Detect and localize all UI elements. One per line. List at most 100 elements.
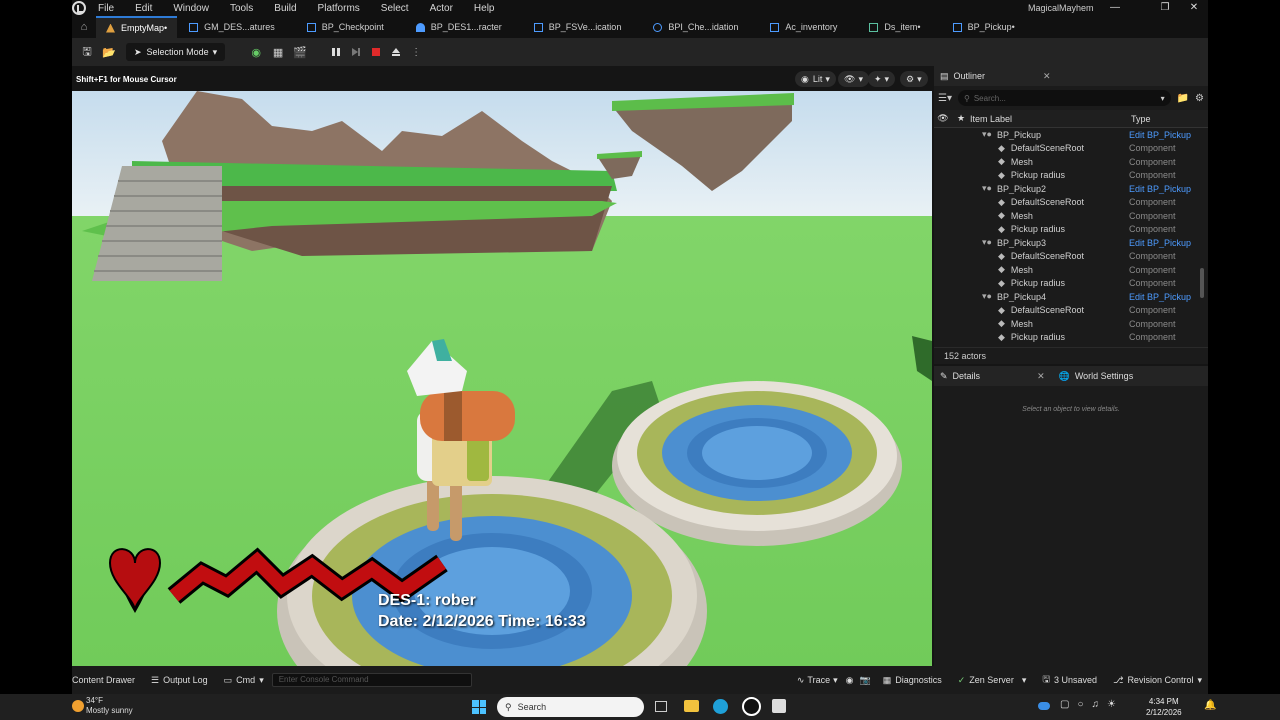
diagnostics-button[interactable]: ▦ Diagnostics — [883, 675, 942, 686]
outliner-search-input[interactable]: ⚲ Search... ▾ — [957, 90, 1171, 106]
chevron-down-icon: ▾ — [917, 73, 922, 84]
new-folder-icon[interactable]: 📁 — [1177, 93, 1189, 104]
outliner-component-row[interactable]: ◆ DefaultSceneRoot Component — [934, 142, 1208, 156]
tab-ac-inventory[interactable]: Ac_inventory — [750, 16, 847, 38]
restore-button[interactable]: ❐ — [1155, 1, 1175, 15]
outliner-component-row[interactable]: ◆ Pickup radius Component — [934, 223, 1208, 237]
save-icon[interactable]: 🖫 — [76, 42, 98, 62]
weather-icon[interactable] — [72, 700, 84, 712]
column-type[interactable]: Type — [1131, 114, 1151, 124]
tray-icons[interactable]: ▢○♫☀ — [1060, 699, 1124, 710]
unsaved-button[interactable]: 🖫 3 Unsaved — [1042, 672, 1097, 688]
world-settings-tab[interactable]: World Settings — [1075, 371, 1133, 381]
menu-tools[interactable]: Tools — [230, 3, 253, 14]
notification-bell-icon[interactable]: 🔔 — [1204, 700, 1216, 711]
task-view-icon[interactable] — [655, 701, 667, 712]
edit-blueprint-link[interactable]: Edit BP_Pickup — [1129, 184, 1199, 194]
menu-file[interactable]: File — [98, 3, 114, 14]
outliner-actor-row[interactable]: ▾● BP_Pickup3 Edit BP_Pickup — [934, 236, 1208, 250]
start-icon[interactable] — [472, 700, 486, 714]
taskbar-clock[interactable]: 4:34 PM 2/12/2026 — [1146, 696, 1182, 718]
content-browser-icon[interactable]: 📂 — [98, 42, 120, 62]
console-input[interactable]: Enter Console Command — [271, 673, 472, 687]
cmd-dropdown[interactable]: ▭ Cmd ▾ — [224, 675, 264, 686]
menu-platforms[interactable]: Platforms — [318, 3, 360, 14]
close-window-button[interactable]: ✕ — [1184, 1, 1204, 15]
step-icon[interactable] — [347, 43, 365, 61]
outliner-component-row[interactable]: ◆ Pickup radius Component — [934, 277, 1208, 291]
viewport-settings-dropdown[interactable]: ⚙ ▾ — [900, 71, 928, 87]
add-actor-icon[interactable]: ◉ — [245, 42, 267, 62]
outliner-component-row[interactable]: ◆ DefaultSceneRoot Component — [934, 304, 1208, 318]
outliner-component-row[interactable]: ◆ Mesh Component — [934, 155, 1208, 169]
content-drawer-button[interactable]: Content Drawer — [72, 675, 135, 685]
view-mode-dropdown[interactable]: ◉ Lit ▾ — [795, 71, 836, 87]
eject-icon[interactable] — [387, 43, 405, 61]
app-taskbar-icon[interactable] — [772, 699, 786, 713]
details-tab-label[interactable]: Details — [953, 371, 981, 381]
trace-dropdown[interactable]: ∿ Trace ▾ — [797, 675, 838, 686]
gear-icon[interactable]: ⚙ — [1195, 93, 1204, 104]
file-explorer-icon[interactable] — [684, 700, 699, 712]
outliner-scrollbar[interactable] — [1200, 268, 1204, 298]
menu-help[interactable]: Help — [474, 3, 495, 14]
component-icon: ◆ — [998, 331, 1005, 342]
cinematics-icon[interactable]: 🎬 — [289, 42, 311, 62]
outliner-actor-row[interactable]: ▾● BP_Pickup2 Edit BP_Pickup — [934, 182, 1208, 196]
component-icon: ◆ — [998, 156, 1005, 167]
revision-control-dropdown[interactable]: ⎇ Revision Control ▾ — [1113, 675, 1202, 686]
menu-edit[interactable]: Edit — [135, 3, 152, 14]
minimize-button[interactable]: — — [1105, 1, 1125, 15]
record-icon[interactable]: ◉ — [846, 675, 854, 686]
menu-window[interactable]: Window — [173, 3, 209, 14]
onedrive-icon[interactable] — [1038, 702, 1050, 710]
outliner-component-row[interactable]: ◆ Pickup radius Component — [934, 331, 1208, 345]
tab-emptymap[interactable]: EmptyMap• — [96, 16, 178, 38]
level-viewport[interactable]: Shift+F1 for Mouse Cursor ◉ Lit ▾ 👁 ▾ ✦ … — [72, 66, 932, 666]
outliner-component-row[interactable]: ◆ Mesh Component — [934, 317, 1208, 331]
tab-bpi-che[interactable]: BPI_Che...idation — [633, 16, 748, 38]
tab-bp-fsve[interactable]: BP_FSVe...ication — [514, 16, 632, 38]
show-flags-dropdown[interactable]: 👁 ▾ — [838, 71, 869, 87]
outliner-actor-row[interactable]: ▾● BP_Pickup4 Edit BP_Pickup — [934, 290, 1208, 304]
outliner-component-row[interactable]: ◆ DefaultSceneRoot Component — [934, 196, 1208, 210]
tab-ds-item[interactable]: Ds_item• — [849, 16, 930, 38]
stop-icon[interactable] — [367, 43, 385, 61]
outliner-component-row[interactable]: ◆ DefaultSceneRoot Component — [934, 250, 1208, 264]
pause-icon[interactable] — [327, 43, 345, 61]
taskbar-search[interactable]: ⚲ Search — [497, 697, 644, 717]
outliner-component-row[interactable]: ◆ Mesh Component — [934, 209, 1208, 223]
column-item-label[interactable]: Item Label — [970, 114, 1131, 124]
edge-icon[interactable] — [713, 699, 728, 714]
star-icon[interactable]: ★ — [952, 113, 970, 124]
close-icon[interactable]: ✕ — [1043, 71, 1051, 82]
scalability-dropdown[interactable]: ✦ ▾ — [868, 71, 896, 87]
zen-server-dropdown[interactable]: ✓ Zen Server ▾ — [958, 675, 1027, 686]
selection-mode-dropdown[interactable]: ➤ Selection Mode ▾ — [126, 43, 226, 61]
outliner-component-row[interactable]: ◆ Pickup radius Component — [934, 169, 1208, 183]
output-log-button[interactable]: ☰ Output Log — [151, 675, 208, 686]
tab-bp-pickup[interactable]: BP_Pickup• — [933, 16, 1025, 38]
visibility-icon[interactable]: 👁 — [934, 113, 952, 124]
more-options-icon[interactable]: ⋮ — [407, 43, 425, 61]
tab-bp-des1-character[interactable]: BP_DES1...racter — [396, 16, 512, 38]
menu-select[interactable]: Select — [381, 3, 409, 14]
outliner-actor-row[interactable]: ▾● BP_Pickup Edit BP_Pickup — [934, 128, 1208, 142]
unreal-taskbar-icon[interactable] — [742, 697, 761, 716]
edit-blueprint-link[interactable]: Edit BP_Pickup — [1129, 130, 1199, 140]
tab-gm-des[interactable]: GM_DES...atures — [179, 16, 285, 38]
edit-blueprint-link[interactable]: Edit BP_Pickup — [1129, 292, 1199, 302]
close-icon[interactable]: ✕ — [1037, 371, 1045, 382]
menu-actor[interactable]: Actor — [430, 3, 453, 14]
tab-bp-checkpoint[interactable]: BP_Checkpoint — [287, 16, 394, 38]
outliner-tab[interactable]: ▤ Outliner ✕ — [934, 66, 1208, 86]
screenshot-icon[interactable]: 📷 — [859, 675, 870, 686]
mouse-cursor-hint: Shift+F1 for Mouse Cursor — [76, 75, 177, 84]
weather-widget[interactable]: 34°F Mostly sunny — [86, 696, 133, 716]
blueprints-icon[interactable]: ▦ — [267, 42, 289, 62]
filter-icon[interactable]: ☰▾ — [938, 93, 952, 104]
home-icon[interactable]: ⌂ — [72, 16, 96, 38]
edit-blueprint-link[interactable]: Edit BP_Pickup — [1129, 238, 1199, 248]
menu-build[interactable]: Build — [274, 3, 296, 14]
outliner-component-row[interactable]: ◆ Mesh Component — [934, 263, 1208, 277]
